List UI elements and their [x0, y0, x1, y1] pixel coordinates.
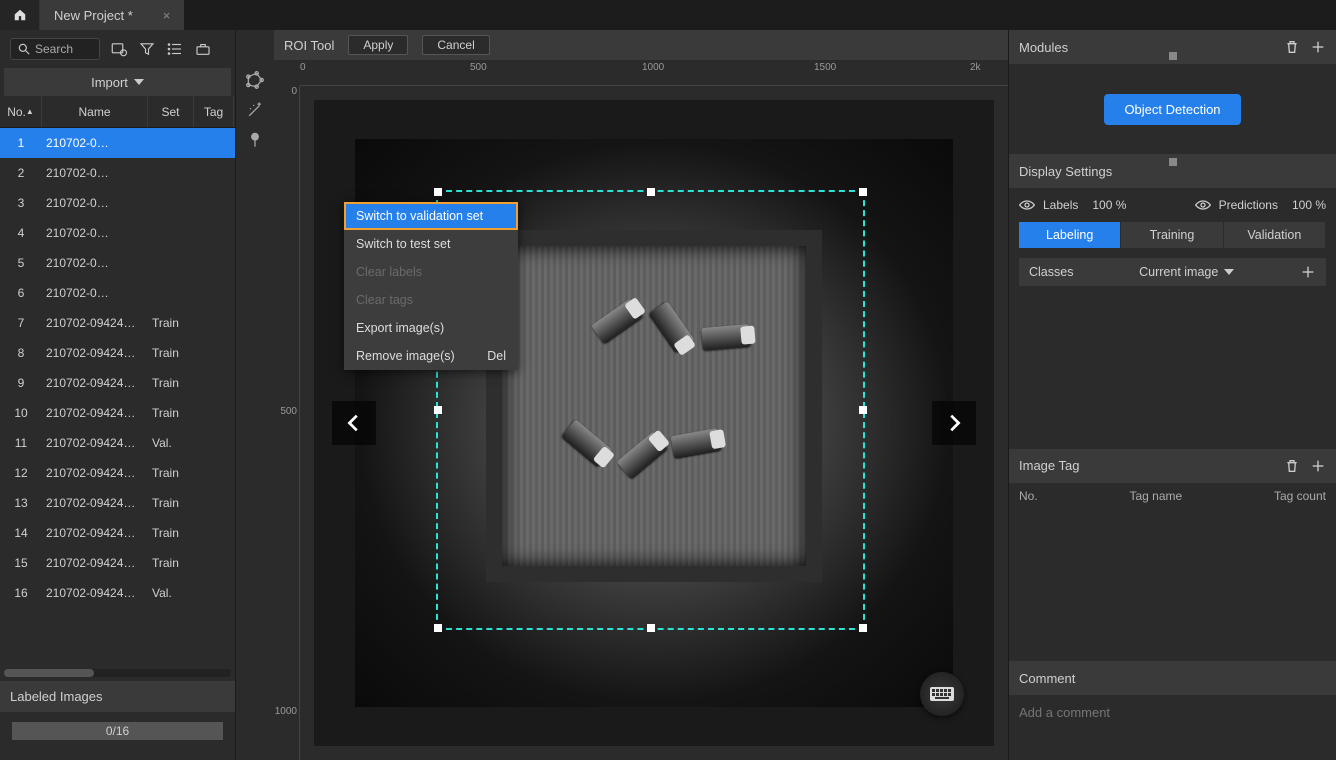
roi-tool-label: ROI Tool: [284, 38, 334, 53]
table-row[interactable]: 13210702-09424…Train: [0, 488, 235, 518]
roi-handle[interactable]: [647, 188, 655, 196]
classes-label: Classes: [1029, 265, 1073, 279]
next-image-button[interactable]: [932, 401, 976, 445]
chevron-down-icon: [1224, 269, 1234, 275]
table-row[interactable]: 1210702-0…: [0, 128, 235, 158]
table-row[interactable]: 7210702-09424…Train: [0, 308, 235, 338]
search-placeholder: Search: [35, 42, 73, 56]
image-settings-icon[interactable]: [110, 40, 128, 58]
roi-handle[interactable]: [434, 624, 442, 632]
context-menu-item: Clear tags: [344, 286, 518, 314]
predictions-percent: 100 %: [1292, 198, 1326, 212]
labels-label: Labels: [1043, 198, 1078, 212]
roi-handle[interactable]: [434, 188, 442, 196]
display-settings-title: Display Settings: [1019, 164, 1112, 179]
table-row[interactable]: 11210702-09424…Val.: [0, 428, 235, 458]
ruler-vertical: 0 500 1000: [274, 86, 300, 760]
table-row[interactable]: 10210702-09424…Train: [0, 398, 235, 428]
ruler-horizontal: 0 500 1000 1500 2k: [300, 60, 1008, 86]
project-tab[interactable]: New Project * ×: [40, 0, 184, 30]
add-tag-icon[interactable]: [1310, 458, 1326, 474]
chevron-down-icon: [134, 79, 144, 85]
table-row[interactable]: 2210702-0…: [0, 158, 235, 188]
roi-handle[interactable]: [647, 624, 655, 632]
comment-title: Comment: [1019, 671, 1075, 686]
add-module-icon[interactable]: [1310, 39, 1326, 55]
modules-title: Modules: [1019, 40, 1068, 55]
cancel-button[interactable]: Cancel: [422, 35, 489, 55]
table-row[interactable]: 3210702-0…: [0, 188, 235, 218]
filter-icon[interactable]: [138, 40, 156, 58]
trash-icon[interactable]: [1284, 39, 1300, 55]
table-row[interactable]: 8210702-09424…Train: [0, 338, 235, 368]
context-menu-item[interactable]: Export image(s): [344, 314, 518, 342]
context-menu-item[interactable]: Switch to validation set: [344, 202, 518, 230]
home-icon: [13, 8, 27, 22]
add-class-icon[interactable]: [1300, 264, 1316, 280]
tab-training[interactable]: Training: [1121, 222, 1222, 248]
table-row[interactable]: 5210702-0…: [0, 248, 235, 278]
classes-scope-dropdown[interactable]: Current image: [1139, 265, 1234, 279]
tab-labeling[interactable]: Labeling: [1019, 222, 1120, 248]
eye-icon[interactable]: [1195, 200, 1211, 210]
polygon-tool-icon[interactable]: [245, 70, 265, 90]
search-input[interactable]: Search: [10, 38, 100, 60]
labeled-images-header: Labeled Images: [0, 681, 235, 712]
camera-icon[interactable]: [194, 40, 212, 58]
predictions-label: Predictions: [1219, 198, 1278, 212]
magic-wand-icon[interactable]: [245, 100, 265, 120]
roi-handle[interactable]: [434, 406, 442, 414]
module-port-in[interactable]: [1169, 52, 1177, 60]
search-icon: [17, 42, 31, 56]
comment-input[interactable]: [1019, 705, 1326, 720]
labels-percent: 100 %: [1092, 198, 1126, 212]
context-menu-item: Clear labels: [344, 258, 518, 286]
horizontal-scrollbar[interactable]: [4, 669, 231, 677]
context-menu-item[interactable]: Switch to test set: [344, 230, 518, 258]
close-tab-icon[interactable]: ×: [163, 8, 171, 23]
import-label: Import: [91, 75, 128, 90]
table-row[interactable]: 9210702-09424…Train: [0, 368, 235, 398]
module-port-out[interactable]: [1169, 158, 1177, 166]
roi-handle[interactable]: [859, 624, 867, 632]
table-row[interactable]: 16210702-09424…Val.: [0, 578, 235, 608]
comment-header: Comment: [1009, 661, 1336, 695]
tab-title: New Project *: [54, 8, 133, 23]
context-menu: Switch to validation setSwitch to test s…: [344, 202, 518, 370]
table-row[interactable]: 4210702-0…: [0, 218, 235, 248]
pointer-tool-icon[interactable]: [245, 130, 265, 150]
keyboard-icon: [930, 687, 954, 701]
prev-image-button[interactable]: [332, 401, 376, 445]
home-button[interactable]: [0, 0, 40, 30]
image-table-header: No.▲ Name Set Tag: [0, 96, 235, 128]
image-tag-columns: No. Tag name Tag count: [1009, 483, 1336, 509]
col-tag[interactable]: Tag: [194, 96, 234, 127]
context-menu-item[interactable]: Remove image(s)Del: [344, 342, 518, 370]
keyboard-shortcuts-button[interactable]: [920, 672, 964, 716]
list-icon[interactable]: [166, 40, 184, 58]
roi-handle[interactable]: [859, 406, 867, 414]
image-tag-title: Image Tag: [1019, 458, 1079, 473]
table-row[interactable]: 14210702-09424…Train: [0, 518, 235, 548]
eye-icon[interactable]: [1019, 200, 1035, 210]
col-set[interactable]: Set: [148, 96, 194, 127]
table-row[interactable]: 12210702-09424…Train: [0, 458, 235, 488]
image-viewer[interactable]: [314, 100, 994, 746]
module-node[interactable]: Object Detection: [1104, 94, 1240, 125]
import-button[interactable]: Import: [4, 68, 231, 96]
table-row[interactable]: 6210702-0…: [0, 278, 235, 308]
col-name[interactable]: Name: [42, 96, 148, 127]
col-no[interactable]: No.▲: [0, 96, 42, 127]
image-tag-header: Image Tag: [1009, 449, 1336, 483]
roi-handle[interactable]: [859, 188, 867, 196]
tab-validation[interactable]: Validation: [1224, 222, 1325, 248]
trash-icon[interactable]: [1284, 458, 1300, 474]
apply-button[interactable]: Apply: [348, 35, 408, 55]
table-row[interactable]: 15210702-09424…Train: [0, 548, 235, 578]
labeled-progress: 0/16: [12, 722, 223, 740]
